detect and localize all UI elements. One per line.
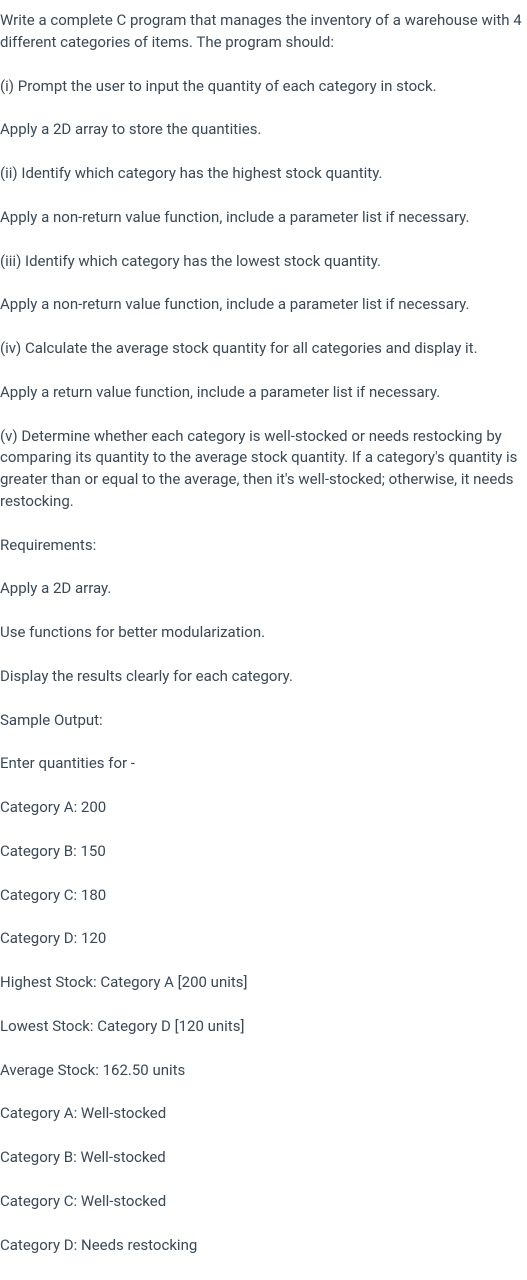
paragraph-apply-nonreturn-1: Apply a non-return value function, inclu… (0, 207, 527, 229)
document-body: Write a complete C program that manages … (0, 0, 527, 1276)
paragraph-apply-2d-array: Apply a 2D array to store the quantities… (0, 119, 527, 141)
paragraph-apply-nonreturn-2: Apply a non-return value function, inclu… (0, 294, 527, 316)
paragraph-req-display: Display the results clearly for each cat… (0, 666, 527, 688)
paragraph-item-ii: (ii) Identify which category has the hig… (0, 163, 527, 185)
paragraph-intro: Write a complete C program that manages … (0, 10, 527, 54)
paragraph-cat-a-input: Category A: 200 (0, 797, 527, 819)
paragraph-cat-c-input: Category C: 180 (0, 885, 527, 907)
paragraph-highest-stock: Highest Stock: Category A [200 units] (0, 972, 527, 994)
paragraph-req-2d-array: Apply a 2D array. (0, 578, 527, 600)
paragraph-average-stock: Average Stock: 162.50 units (0, 1060, 527, 1082)
paragraph-cat-d-status: Category D: Needs restocking (0, 1235, 527, 1257)
paragraph-cat-b-status: Category B: Well-stocked (0, 1147, 527, 1169)
paragraph-apply-return: Apply a return value function, include a… (0, 382, 527, 404)
paragraph-sample-output-heading: Sample Output: (0, 710, 527, 732)
paragraph-cat-d-input: Category D: 120 (0, 928, 527, 950)
paragraph-cat-b-input: Category B: 150 (0, 841, 527, 863)
paragraph-item-i: (i) Prompt the user to input the quantit… (0, 76, 527, 98)
paragraph-item-iii: (iii) Identify which category has the lo… (0, 251, 527, 273)
paragraph-enter-quantities: Enter quantities for - (0, 753, 527, 775)
paragraph-item-iv: (iv) Calculate the average stock quantit… (0, 338, 527, 360)
paragraph-cat-a-status: Category A: Well-stocked (0, 1103, 527, 1125)
paragraph-item-v: (v) Determine whether each category is w… (0, 426, 527, 513)
paragraph-cat-c-status: Category C: Well-stocked (0, 1191, 527, 1213)
paragraph-lowest-stock: Lowest Stock: Category D [120 units] (0, 1016, 527, 1038)
paragraph-req-functions: Use functions for better modularization. (0, 622, 527, 644)
paragraph-requirements-heading: Requirements: (0, 535, 527, 557)
